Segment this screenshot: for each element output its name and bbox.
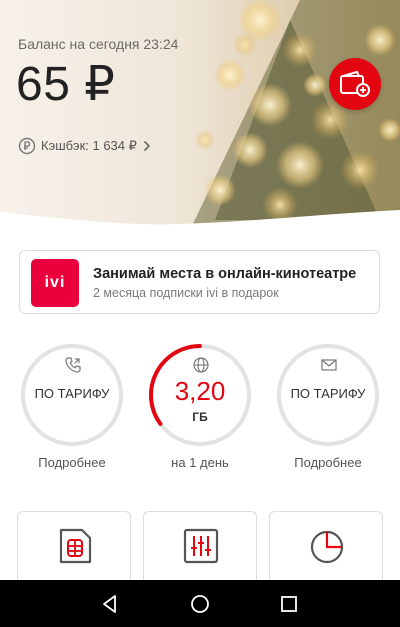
internet-period[interactable]: на 1 день	[148, 455, 252, 470]
tile-tariff[interactable]	[143, 511, 257, 591]
sim-card-icon	[59, 528, 92, 564]
promo-subtitle: 2 месяца подписки ivi в подарок	[93, 286, 279, 300]
cashback-text: Кэшбэк: 1 634 ₽	[41, 138, 137, 153]
calls-counter[interactable]: ПО ТАРИФУ	[20, 343, 124, 447]
sms-details-link[interactable]: Подробнее	[276, 455, 380, 470]
wallet-button[interactable]	[329, 58, 381, 110]
balance-amount: 65 ₽	[16, 58, 116, 111]
balance-label: Баланс на сегодня 23:24	[18, 36, 179, 52]
back-icon[interactable]	[98, 592, 122, 616]
calls-details-link[interactable]: Подробнее	[20, 455, 124, 470]
promo-banner[interactable]: ivi Занимай места в онлайн-кинотеатре 2 …	[19, 250, 380, 314]
promo-title: Занимай места в онлайн-кинотеатре	[93, 266, 357, 282]
balance-header: Баланс на сегодня 23:24 65 ₽ Кэшбэк: 1 6…	[0, 0, 400, 240]
internet-unit: ГБ	[192, 410, 208, 424]
cashback-link[interactable]: Кэшбэк: 1 634 ₽	[18, 137, 151, 155]
phone-icon	[65, 357, 81, 373]
recents-icon[interactable]	[277, 592, 301, 616]
pie-chart-icon	[310, 530, 344, 564]
globe-icon	[193, 357, 209, 373]
chevron-right-icon	[143, 140, 151, 152]
ruble-coin-icon	[18, 137, 36, 155]
wallet-add-icon	[340, 70, 370, 97]
sms-counter[interactable]: ПО ТАРИФУ	[276, 343, 380, 447]
envelope-icon	[321, 359, 337, 371]
internet-counter[interactable]: 3,20 ГБ	[148, 343, 252, 447]
calls-value: ПО ТАРИФУ	[34, 386, 110, 401]
system-navigation-bar	[0, 580, 400, 627]
ivi-logo: ivi	[31, 259, 79, 307]
home-icon[interactable]	[188, 592, 212, 616]
sms-value: ПО ТАРИФУ	[290, 386, 366, 401]
tariff-sliders-icon	[183, 528, 219, 564]
internet-value: 3,20	[174, 376, 226, 406]
tile-expenses[interactable]	[269, 511, 383, 591]
tile-sim[interactable]	[17, 511, 131, 591]
